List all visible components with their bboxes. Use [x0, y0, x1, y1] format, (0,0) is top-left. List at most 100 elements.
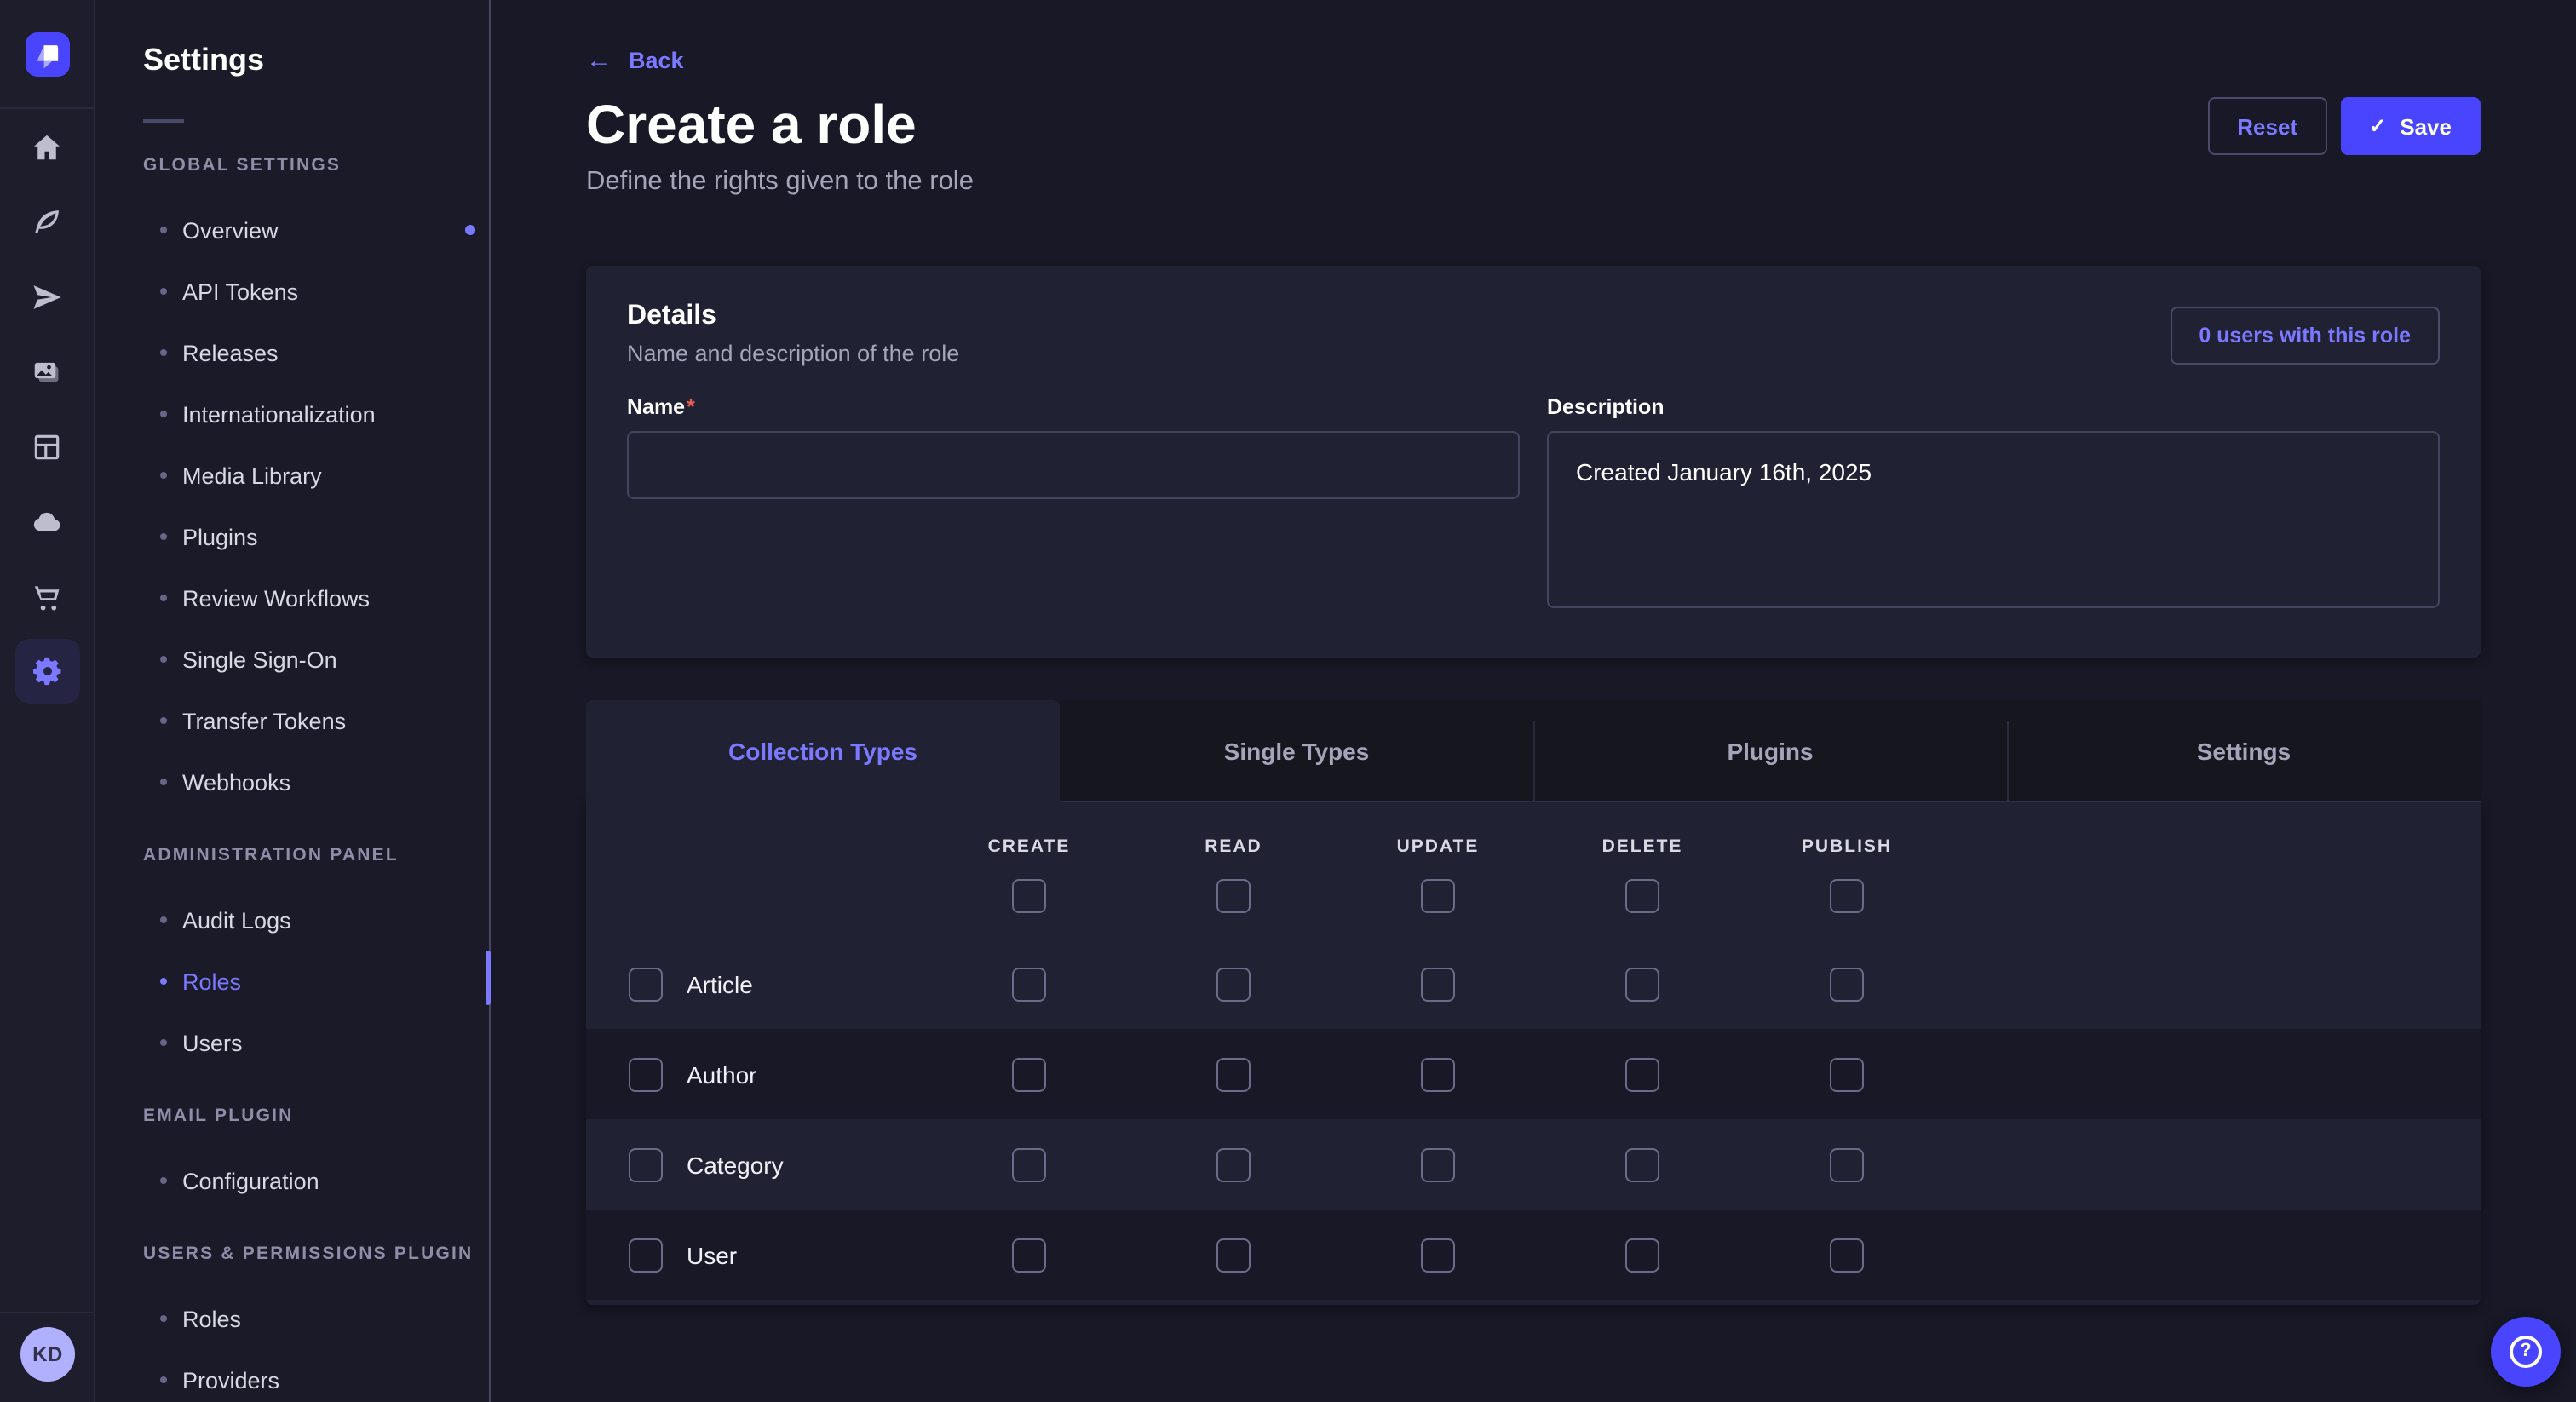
select-all-publish-checkbox[interactable] [1830, 879, 1864, 913]
user-delete-checkbox[interactable] [1625, 1238, 1659, 1272]
column-header-delete: DELETE [1540, 826, 1745, 867]
save-button[interactable]: ✓ Save [2340, 97, 2481, 155]
sidebar-item-providers[interactable]: Providers [95, 1349, 491, 1402]
sidebar-item-internationalization[interactable]: Internationalization [95, 383, 491, 445]
settings-rail-item[interactable] [0, 634, 95, 709]
details-title: Details [627, 300, 2440, 334]
article-delete-checkbox[interactable] [1625, 967, 1659, 1001]
bullet-icon [160, 472, 167, 479]
icon-rail: KD [0, 0, 95, 1402]
user-publish-checkbox[interactable] [1830, 1238, 1864, 1272]
sidebar-item-users[interactable]: Users [95, 1012, 491, 1073]
details-form: Name* Description Created January 16th, … [627, 395, 2440, 617]
row-label: Author [687, 1060, 757, 1088]
tab-settings[interactable]: Settings [2007, 700, 2481, 802]
select-all-read-checkbox[interactable] [1216, 879, 1251, 913]
users-with-role-button[interactable]: 0 users with this role [2170, 307, 2440, 365]
permissions-panel: CREATE READ UPDATE DELETE PUBLISH [586, 802, 2481, 1305]
logo-cell [0, 0, 95, 109]
author-row-checkbox[interactable] [629, 1057, 663, 1091]
user-update-checkbox[interactable] [1421, 1238, 1455, 1272]
strapi-logo[interactable] [25, 32, 69, 76]
select-all-create-checkbox[interactable] [1012, 879, 1046, 913]
bullet-icon [160, 1039, 167, 1046]
sidebar-item-roles-up[interactable]: Roles [95, 1288, 491, 1349]
sidebar-item-webhooks[interactable]: Webhooks [95, 751, 491, 813]
back-arrow-icon: ← [586, 49, 612, 72]
description-textarea[interactable]: Created January 16th, 2025 [1547, 431, 2440, 608]
article-read-checkbox[interactable] [1216, 967, 1251, 1001]
check-icon: ✓ [2369, 114, 2386, 138]
select-all-delete-checkbox[interactable] [1625, 879, 1659, 913]
description-label: Description [1547, 395, 2440, 421]
author-read-checkbox[interactable] [1216, 1057, 1251, 1091]
tab-collection-types[interactable]: Collection Types [586, 700, 1060, 802]
sidebar-item-review-workflows[interactable]: Review Workflows [95, 567, 491, 629]
bullet-icon [160, 349, 167, 356]
article-create-checkbox[interactable] [1012, 967, 1046, 1001]
name-input[interactable] [627, 431, 1520, 499]
sidebar-item-api-tokens[interactable]: API Tokens [95, 261, 491, 322]
header-actions: Reset ✓ Save [2208, 97, 2481, 155]
tab-plugins[interactable]: Plugins [1533, 700, 2007, 802]
permissions-header: CREATE READ UPDATE DELETE PUBLISH [586, 802, 2481, 939]
sidebar-item-configuration[interactable]: Configuration [95, 1150, 491, 1211]
column-header-update: UPDATE [1336, 826, 1540, 867]
category-delete-checkbox[interactable] [1625, 1147, 1659, 1181]
article-row-checkbox[interactable] [629, 967, 663, 1001]
bullet-icon [160, 656, 167, 663]
select-all-update-checkbox[interactable] [1421, 879, 1455, 913]
row-label: Category [687, 1151, 784, 1178]
sidebar-item-audit-logs[interactable]: Audit Logs [95, 889, 491, 951]
author-update-checkbox[interactable] [1421, 1057, 1455, 1091]
paper-plane-icon[interactable] [0, 259, 95, 334]
reset-button[interactable]: Reset [2208, 97, 2326, 155]
column-header-publish: PUBLISH [1745, 826, 1949, 867]
sidebar-item-single-sign-on[interactable]: Single Sign-On [95, 629, 491, 690]
back-label: Back [629, 48, 684, 73]
sidebar-item-media-library[interactable]: Media Library [95, 445, 491, 506]
author-create-checkbox[interactable] [1012, 1057, 1046, 1091]
cart-icon[interactable] [0, 559, 95, 634]
bullet-icon [160, 1315, 167, 1322]
name-label: Name* [627, 395, 1520, 421]
row-label: Article [687, 970, 753, 997]
bullet-icon [160, 779, 167, 785]
sidebar-item-releases[interactable]: Releases [95, 322, 491, 383]
category-update-checkbox[interactable] [1421, 1147, 1455, 1181]
user-row-checkbox[interactable] [629, 1238, 663, 1272]
media-library-icon[interactable] [0, 334, 95, 409]
name-field-group: Name* [627, 395, 1520, 617]
layout-icon[interactable] [0, 409, 95, 484]
cloud-icon[interactable] [0, 484, 95, 559]
article-publish-checkbox[interactable] [1830, 967, 1864, 1001]
category-read-checkbox[interactable] [1216, 1147, 1251, 1181]
sidebar-title: Settings [143, 41, 491, 78]
user-avatar[interactable]: KD [20, 1327, 75, 1382]
user-read-checkbox[interactable] [1216, 1238, 1251, 1272]
row-label: User [687, 1241, 737, 1268]
back-link[interactable]: ← Back [586, 48, 684, 73]
column-header-read: READ [1131, 826, 1336, 867]
category-create-checkbox[interactable] [1012, 1147, 1046, 1181]
help-button[interactable]: ? [2491, 1317, 2561, 1387]
author-delete-checkbox[interactable] [1625, 1057, 1659, 1091]
category-publish-checkbox[interactable] [1830, 1147, 1864, 1181]
sidebar-item-transfer-tokens[interactable]: Transfer Tokens [95, 690, 491, 751]
author-publish-checkbox[interactable] [1830, 1057, 1864, 1091]
section-heading-global-settings: GLOBAL SETTINGS [143, 153, 450, 177]
article-update-checkbox[interactable] [1421, 967, 1455, 1001]
sidebar-item-overview[interactable]: Overview [95, 199, 491, 261]
sidebar-item-roles-admin[interactable]: Roles [95, 951, 491, 1012]
home-icon[interactable] [0, 109, 95, 184]
tab-single-types[interactable]: Single Types [1060, 700, 1533, 802]
category-row-checkbox[interactable] [629, 1147, 663, 1181]
table-row-author: Author [586, 1029, 2481, 1119]
page-title: Create a role [586, 95, 2481, 153]
user-create-checkbox[interactable] [1012, 1238, 1046, 1272]
sidebar-item-plugins[interactable]: Plugins [95, 506, 491, 567]
main-content: ← Back Create a role Define the rights g… [491, 0, 2576, 1402]
feather-icon[interactable] [0, 184, 95, 259]
section-heading-administration-panel: ADMINISTRATION PANEL [143, 843, 450, 867]
section-heading-email-plugin: EMAIL PLUGIN [143, 1104, 450, 1128]
